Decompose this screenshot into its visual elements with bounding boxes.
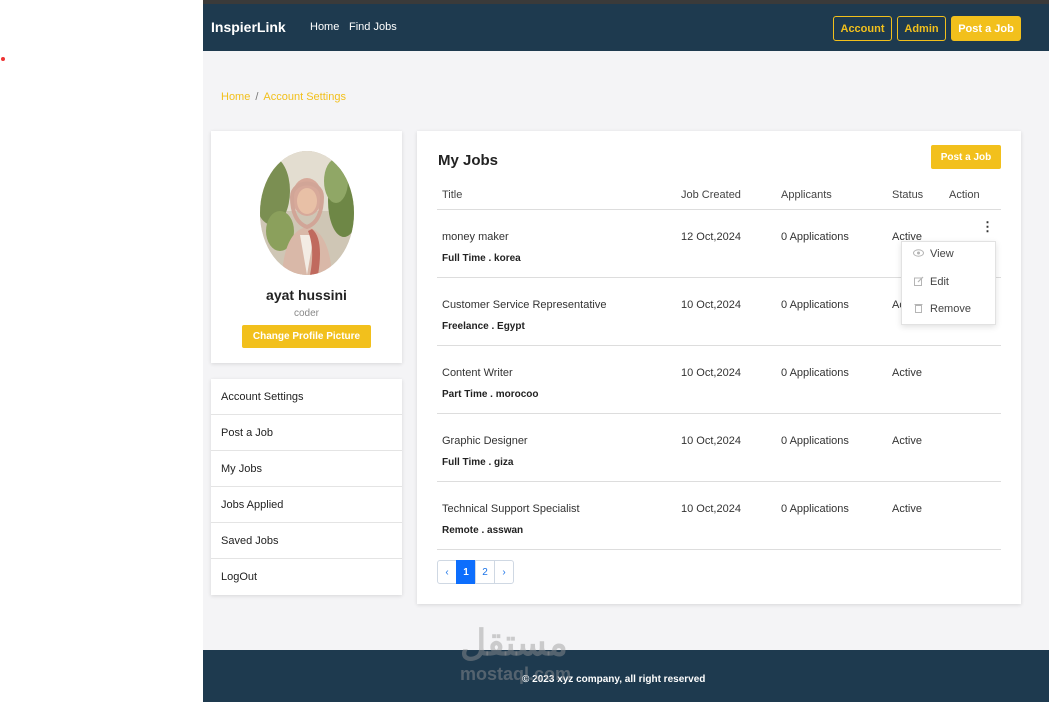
- my-jobs-card: My Jobs Post a Job Title Job Created App…: [417, 131, 1021, 604]
- navbar: InspierLink Home Find Jobs Account Admin…: [203, 4, 1049, 51]
- column-header-action: Action: [949, 189, 980, 201]
- nav-link-find-jobs[interactable]: Find Jobs: [349, 21, 397, 33]
- more-actions-icon[interactable]: ⋮: [981, 220, 994, 234]
- profile-card: ayat hussini coder Change Profile Pictur…: [211, 131, 402, 363]
- profile-name: ayat hussini: [266, 287, 347, 303]
- footer: © 2023 xyz company, all right reserved: [203, 650, 1049, 702]
- job-applicants: 0 Applications: [781, 299, 849, 311]
- avatar-photo: [260, 151, 354, 275]
- pagination-next[interactable]: ›: [494, 560, 514, 584]
- sidebar-item-account-settings[interactable]: Account Settings: [211, 379, 402, 415]
- job-applicants: 0 Applications: [781, 367, 849, 379]
- stray-dot: [1, 57, 5, 61]
- job-applicants: 0 Applications: [781, 435, 849, 447]
- action-dropdown-menu: View Edit Remove: [901, 241, 996, 325]
- action-remove-label: Remove: [930, 303, 971, 315]
- job-status: Active: [892, 435, 922, 447]
- table-row[interactable]: Technical Support Specialist Remote . as…: [437, 482, 1001, 550]
- job-title[interactable]: Customer Service Representative: [442, 299, 606, 311]
- job-applicants: 0 Applications: [781, 503, 849, 515]
- job-title[interactable]: Graphic Designer: [442, 435, 528, 447]
- post-job-button[interactable]: Post a Job: [931, 145, 1001, 169]
- breadcrumb-separator: /: [255, 91, 259, 103]
- sidebar-menu: Account Settings Post a Job My Jobs Jobs…: [211, 379, 402, 595]
- job-title[interactable]: Content Writer: [442, 367, 513, 379]
- sidebar-item-logout[interactable]: LogOut: [211, 559, 402, 595]
- job-meta: Full Time . giza: [442, 457, 514, 468]
- pagination: ‹ 1 2 ›: [437, 560, 514, 584]
- column-header-title: Title: [442, 189, 463, 201]
- job-meta: Freelance . Egypt: [442, 321, 525, 332]
- job-created: 10 Oct,2024: [681, 367, 741, 379]
- page: InspierLink Home Find Jobs Account Admin…: [203, 0, 1049, 702]
- job-created: 10 Oct,2024: [681, 299, 741, 311]
- sidebar-item-post-a-job[interactable]: Post a Job: [211, 415, 402, 451]
- action-edit-label: Edit: [930, 276, 949, 288]
- action-remove[interactable]: Remove: [912, 303, 971, 315]
- job-created: 10 Oct,2024: [681, 435, 741, 447]
- action-view[interactable]: View: [912, 248, 954, 260]
- avatar: [260, 151, 354, 275]
- action-view-label: View: [930, 248, 954, 260]
- change-profile-picture-button[interactable]: Change Profile Picture: [242, 325, 371, 348]
- job-meta: Part Time . morocoo: [442, 389, 539, 400]
- pagination-prev[interactable]: ‹: [437, 560, 457, 584]
- account-button[interactable]: Account: [833, 16, 892, 41]
- admin-button[interactable]: Admin: [897, 16, 946, 41]
- watermark-arabic: مستقل: [460, 622, 568, 663]
- table-header: Title Job Created Applicants Status Acti…: [437, 185, 1001, 210]
- action-edit[interactable]: Edit: [912, 276, 949, 288]
- eye-icon: [912, 249, 925, 259]
- job-meta: Remote . asswan: [442, 525, 524, 536]
- brand-logo[interactable]: InspierLink: [211, 19, 286, 35]
- sidebar-item-my-jobs[interactable]: My Jobs: [211, 451, 402, 487]
- trash-icon: [912, 303, 925, 315]
- job-created: 10 Oct,2024: [681, 503, 741, 515]
- sidebar-item-jobs-applied[interactable]: Jobs Applied: [211, 487, 402, 523]
- edit-icon: [912, 276, 925, 288]
- nav-post-job-button[interactable]: Post a Job: [951, 16, 1021, 41]
- job-status: Active: [892, 367, 922, 379]
- breadcrumb-home[interactable]: Home: [221, 91, 250, 103]
- nav-link-home[interactable]: Home: [310, 21, 339, 33]
- job-created: 12 Oct,2024: [681, 231, 741, 243]
- column-header-applicants: Applicants: [781, 189, 832, 201]
- profile-role: coder: [293, 308, 319, 319]
- job-title[interactable]: Technical Support Specialist: [442, 503, 580, 515]
- table-row[interactable]: Content Writer Part Time . morocoo 10 Oc…: [437, 346, 1001, 414]
- my-jobs-title: My Jobs: [438, 152, 499, 169]
- table-row[interactable]: Graphic Designer Full Time . giza 10 Oct…: [437, 414, 1001, 482]
- job-title[interactable]: money maker: [442, 231, 509, 243]
- pagination-page-1[interactable]: 1: [456, 560, 476, 584]
- sidebar-item-saved-jobs[interactable]: Saved Jobs: [211, 523, 402, 559]
- job-applicants: 0 Applications: [781, 231, 849, 243]
- breadcrumb-current: Account Settings: [263, 91, 346, 103]
- job-status: Active: [892, 503, 922, 515]
- column-header-job-created: Job Created: [681, 189, 741, 201]
- job-meta: Full Time . korea: [442, 253, 521, 264]
- breadcrumb: Home / Account Settings: [221, 91, 346, 103]
- pagination-page-2[interactable]: 2: [475, 560, 495, 584]
- watermark-text: mostaql.com: [460, 664, 572, 684]
- column-header-status: Status: [892, 189, 924, 201]
